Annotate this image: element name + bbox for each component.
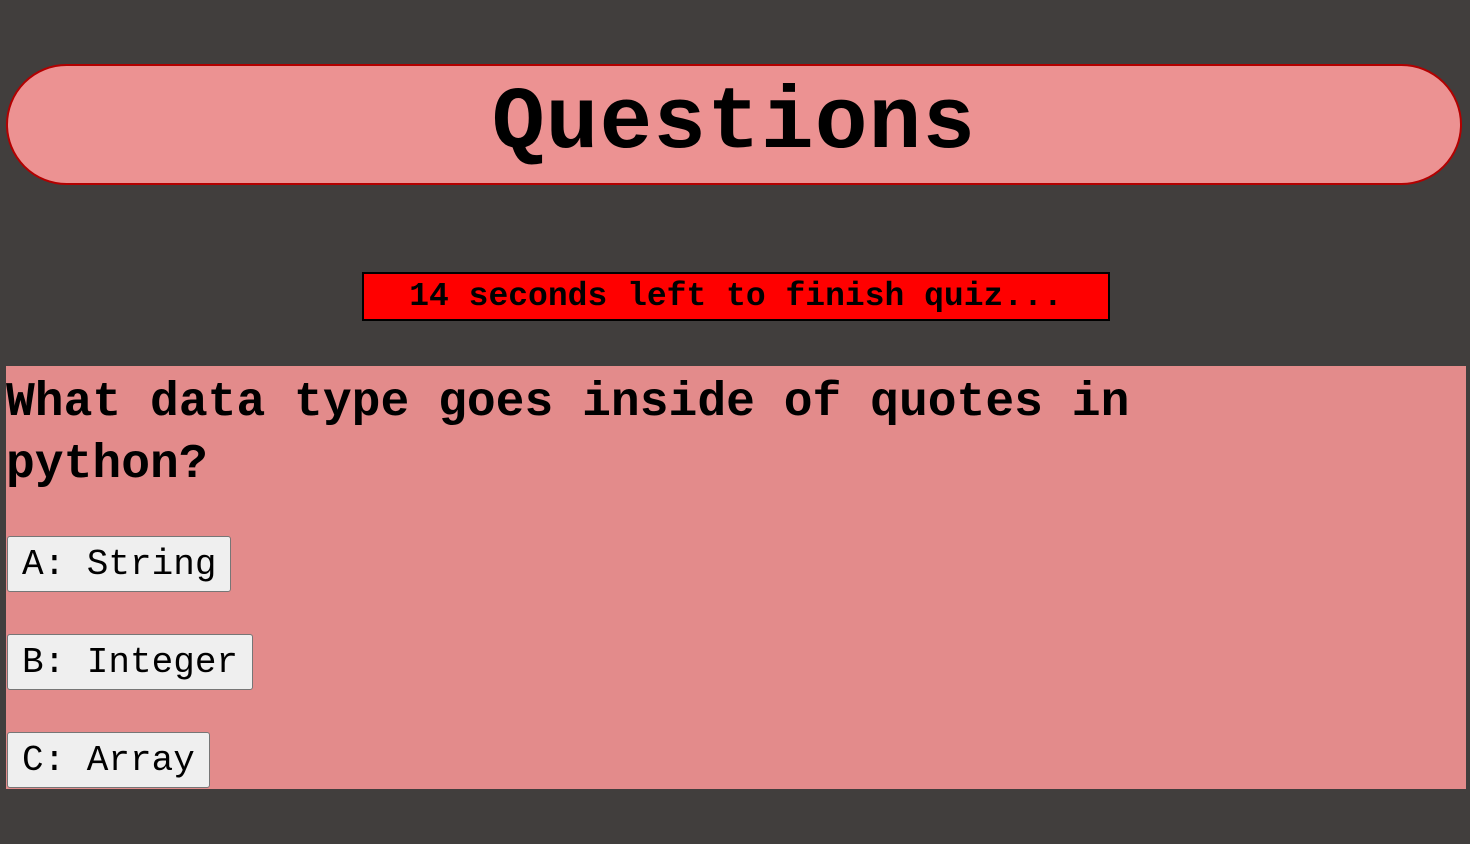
question-text: What data type goes inside of quotes in … [6,376,1130,492]
countdown-timer: 14 seconds left to finish quiz... [362,272,1110,321]
page-title: Questions [491,74,977,174]
answer-button-b[interactable]: B: Integer [7,634,254,690]
page-header: Questions [6,64,1462,185]
answer-button-c[interactable]: C: Array [7,732,210,788]
quiz-panel: What data type goes inside of quotes in … [6,366,1466,789]
answer-button-a[interactable]: A: String [7,536,232,592]
